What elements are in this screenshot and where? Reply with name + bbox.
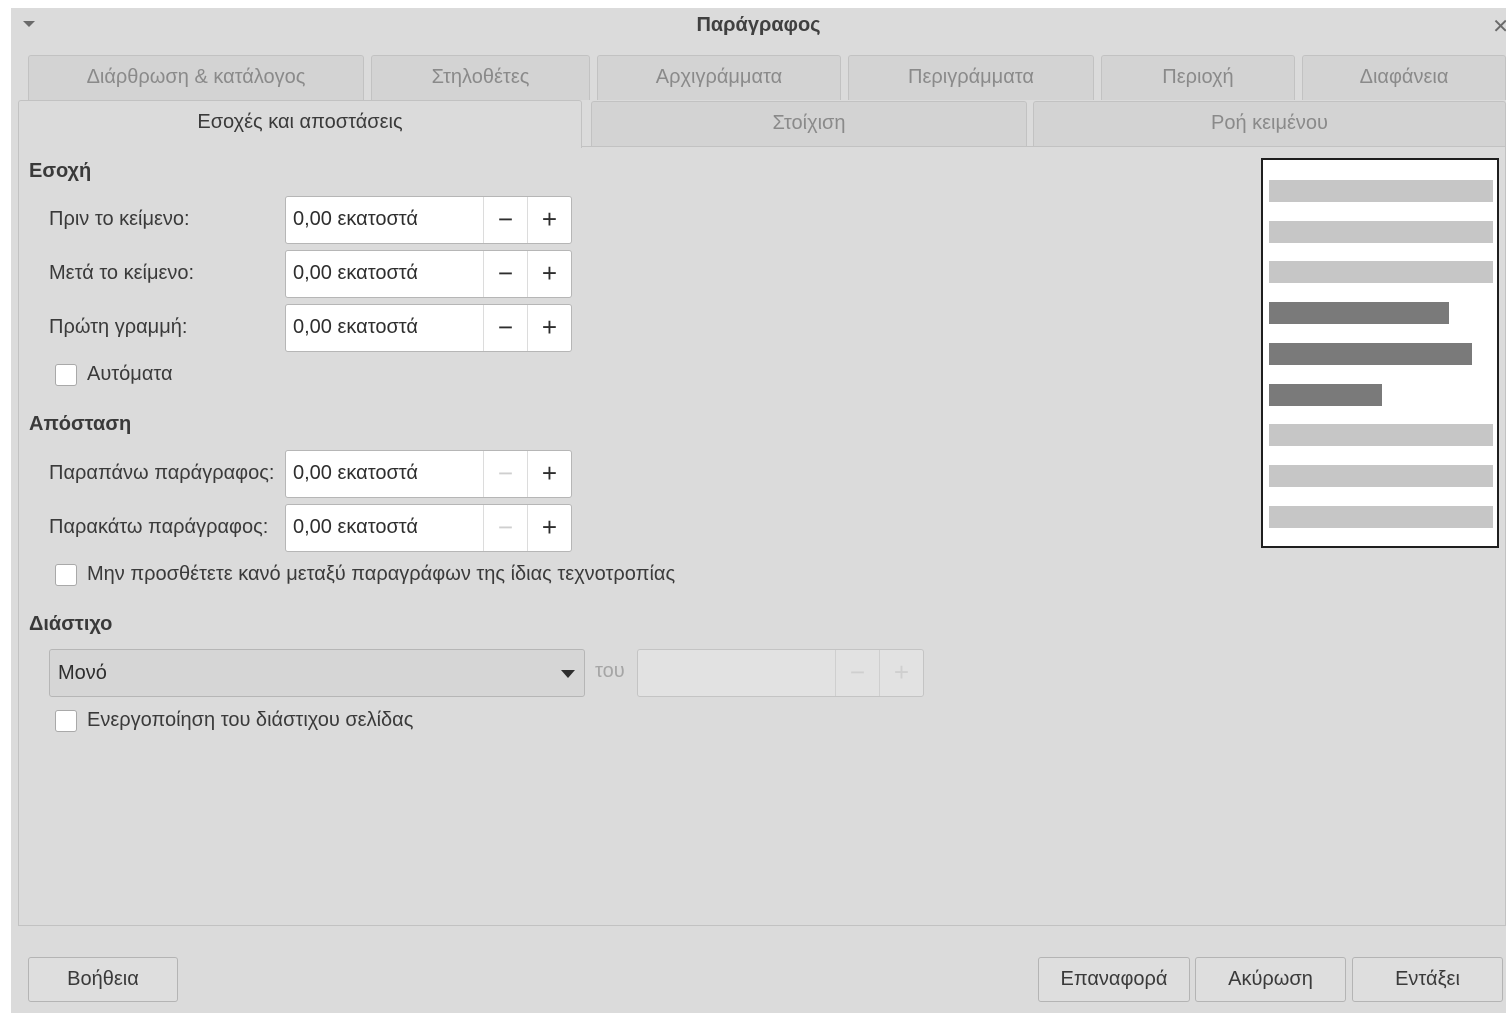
help-button[interactable]: Βοήθεια (28, 957, 178, 1002)
below-paragraph-spinner: 0,00 εκατοστά − + (285, 504, 572, 552)
automatic-label: Αυτόματα (87, 363, 173, 385)
above-paragraph-label: Παραπάνω παράγραφος: (49, 462, 275, 484)
automatic-option[interactable]: Αυτόματα (55, 363, 173, 386)
line-spacing-of-decrement-button[interactable]: − (836, 650, 879, 696)
preview-line (1269, 343, 1472, 365)
no-space-checkbox[interactable] (55, 563, 77, 586)
of-label: του (595, 660, 625, 682)
line-spacing-select[interactable]: Μονό (49, 649, 585, 697)
preview-line (1269, 261, 1493, 283)
chevron-down-icon (561, 670, 575, 678)
tab-text-flow[interactable]: Ροή κειμένου (1033, 101, 1506, 146)
window-title: Παράγραφος (696, 14, 821, 36)
close-icon[interactable]: ✕ (1492, 14, 1506, 39)
preview-line (1269, 302, 1449, 324)
tab-outline-list[interactable]: Διάρθρωση & κατάλογος (28, 55, 364, 100)
ok-button[interactable]: Εντάξει (1352, 957, 1503, 1002)
after-text-increment-button[interactable]: + (527, 251, 571, 297)
page-line-spacing-label: Ενεργοποίηση του διάστιχου σελίδας (87, 709, 414, 731)
page-line-spacing-option[interactable]: Ενεργοποίηση του διάστιχου σελίδας (55, 709, 413, 732)
above-paragraph-input[interactable]: 0,00 εκατοστά (286, 451, 484, 497)
above-paragraph-spinner: 0,00 εκατοστά − + (285, 450, 572, 498)
preview-line (1269, 465, 1493, 487)
tab-borders[interactable]: Περιγράμματα (848, 55, 1094, 100)
tab-transparency[interactable]: Διαφάνεια (1302, 55, 1506, 100)
first-line-label: Πρώτη γραμμή: (49, 316, 188, 338)
below-paragraph-decrement-button[interactable]: − (484, 505, 527, 551)
first-line-spinner: 0,00 εκατοστά − + (285, 304, 572, 352)
first-line-decrement-button[interactable]: − (484, 305, 527, 351)
page-line-spacing-checkbox[interactable] (55, 709, 77, 732)
line-spacing-heading: Διάστιχο (29, 613, 113, 635)
tab-tabs[interactable]: Στηλοθέτες (371, 55, 590, 100)
paragraph-preview (1261, 158, 1499, 548)
automatic-checkbox[interactable] (55, 363, 77, 386)
above-paragraph-increment-button[interactable]: + (527, 451, 571, 497)
preview-line (1269, 506, 1493, 528)
title-bar: Παράγραφος ✕ (11, 8, 1506, 48)
above-paragraph-decrement-button[interactable]: − (484, 451, 527, 497)
before-text-decrement-button[interactable]: − (484, 197, 527, 243)
no-space-option[interactable]: Μην προσθέτετε κανό μεταξύ παραγράφων τη… (55, 563, 675, 586)
preview-line (1269, 424, 1493, 446)
before-text-input[interactable]: 0,00 εκατοστά (286, 197, 484, 243)
first-line-increment-button[interactable]: + (527, 305, 571, 351)
line-spacing-value: Μονό (58, 662, 107, 684)
below-paragraph-input[interactable]: 0,00 εκατοστά (286, 505, 484, 551)
tab-area[interactable]: Περιοχή (1101, 55, 1295, 100)
line-spacing-of-spinner: − + (637, 649, 924, 697)
below-paragraph-increment-button[interactable]: + (527, 505, 571, 551)
paragraph-dialog: Παράγραφος ✕ Διάρθρωση & κατάλογος Στηλο… (11, 8, 1506, 1013)
cancel-button[interactable]: Ακύρωση (1195, 957, 1346, 1002)
indent-heading: Εσοχή (29, 160, 92, 182)
first-line-input[interactable]: 0,00 εκατοστά (286, 305, 484, 351)
preview-line (1269, 384, 1382, 406)
preview-line (1269, 180, 1493, 202)
line-spacing-of-input[interactable] (638, 650, 836, 696)
preview-line (1269, 221, 1493, 243)
before-text-increment-button[interactable]: + (527, 197, 571, 243)
before-text-spinner: 0,00 εκατοστά − + (285, 196, 572, 244)
tab-drop-caps[interactable]: Αρχιγράμματα (597, 55, 841, 100)
tab-indents-spacing[interactable]: Εσοχές και αποστάσεις (18, 100, 582, 148)
no-space-label: Μην προσθέτετε κανό μεταξύ παραγράφων τη… (87, 563, 676, 585)
after-text-decrement-button[interactable]: − (484, 251, 527, 297)
spacing-heading: Απόσταση (29, 413, 132, 435)
reset-button[interactable]: Επαναφορά (1038, 957, 1190, 1002)
after-text-input[interactable]: 0,00 εκατοστά (286, 251, 484, 297)
before-text-label: Πριν το κείμενο: (49, 208, 190, 230)
after-text-label: Μετά το κείμενο: (49, 262, 195, 284)
tab-alignment[interactable]: Στοίχιση (591, 101, 1027, 146)
after-text-spinner: 0,00 εκατοστά − + (285, 250, 572, 298)
line-spacing-of-increment-button[interactable]: + (879, 650, 923, 696)
below-paragraph-label: Παρακάτω παράγραφος: (49, 516, 269, 538)
